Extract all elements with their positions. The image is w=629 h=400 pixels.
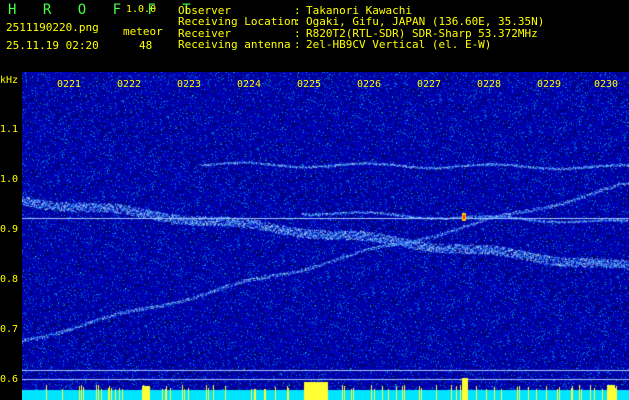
file-name: 2511190220.png xyxy=(6,21,99,34)
info-antenna-key: Receiving antenna xyxy=(178,38,291,51)
y-tick-0.6: 0.6 xyxy=(0,374,19,385)
x-tick-0230: 0230 xyxy=(594,79,619,90)
y-tick-0.7: 0.7 xyxy=(0,324,19,335)
info-antenna-value: 2el-HB9CV Vertical (el. E-W) xyxy=(306,38,492,51)
info-antenna-sep: : xyxy=(294,38,301,51)
x-tick-0228: 0228 xyxy=(477,79,502,90)
x-tick-0223: 0223 xyxy=(177,79,202,90)
app-logo: H R O F F T xyxy=(8,2,200,18)
meteor-label: meteor xyxy=(123,25,163,38)
y-tick-1.0: 1.0 xyxy=(0,174,19,185)
y-tick-0.9: 0.9 xyxy=(0,224,19,235)
x-tick-0229: 0229 xyxy=(537,79,562,90)
y-tick-1.1: 1.1 xyxy=(0,124,19,135)
x-tick-0224: 0224 xyxy=(237,79,262,90)
header-panel: H R O F F T 1.0.0 2511190220.png 25.11.1… xyxy=(0,0,629,72)
x-tick-0226: 0226 xyxy=(357,79,382,90)
x-tick-0221: 0221 xyxy=(57,79,82,90)
y-axis-unit: kHz xyxy=(0,75,19,86)
x-tick-0227: 0227 xyxy=(417,79,442,90)
x-tick-0222: 0222 xyxy=(117,79,142,90)
app-version: 1.0.0 xyxy=(126,4,157,15)
waterfall-spectrogram xyxy=(22,72,629,400)
y-tick-0.8: 0.8 xyxy=(0,274,19,285)
x-tick-0225: 0225 xyxy=(297,79,322,90)
meteor-count: 48 xyxy=(139,39,153,52)
file-datetime: 25.11.19 02:20 xyxy=(6,39,99,52)
